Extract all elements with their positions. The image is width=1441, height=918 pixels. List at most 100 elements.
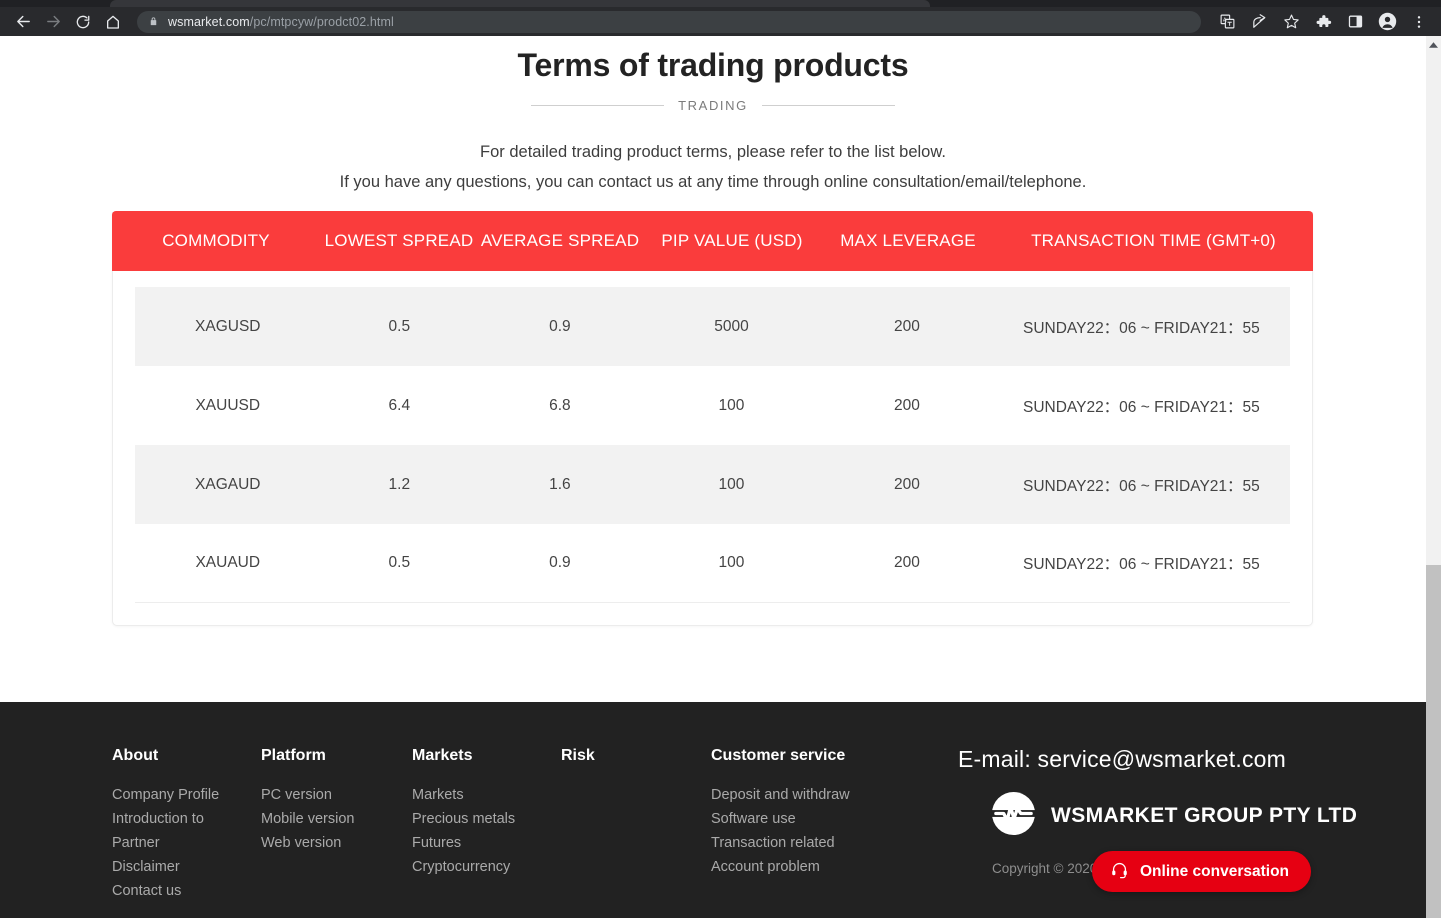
cell-max-leverage: 200 (894, 396, 920, 414)
scrollbar-thumb[interactable] (1426, 565, 1441, 918)
products-table-card: COMMODITY LOWEST SPREAD AVERAGE SPREAD P… (112, 211, 1313, 626)
cell-pip-value: 100 (718, 475, 745, 493)
footer-heading-risk: Risk (561, 747, 595, 764)
footer-link[interactable]: Futures (412, 831, 515, 855)
table-body: XAGUSD 0.5 0.9 5000 200 SUNDAY22：06 ~ FR… (113, 271, 1312, 625)
footer-links-platform: PC version Mobile version Web version (261, 783, 355, 855)
toolbar-actions: A (1211, 7, 1441, 36)
intro-line-1: For detailed trading product terms, plea… (480, 143, 946, 161)
page-scrollbar[interactable] (1426, 36, 1441, 918)
footer-link[interactable]: Deposit and withdraw (711, 783, 850, 807)
footer-link[interactable]: Partner (112, 831, 219, 855)
forward-arrow-icon[interactable] (38, 7, 68, 36)
cell-average-spread: 0.9 (549, 317, 571, 335)
footer-link[interactable]: Contact us (112, 879, 219, 903)
table-row: XAGAUD 1.2 1.6 100 200 SUNDAY22：06 ~ FRI… (135, 445, 1290, 524)
bookmark-star-icon[interactable] (1275, 7, 1307, 36)
divider-right (761, 105, 895, 106)
page-subtitle: TRADING (678, 98, 748, 113)
footer-link[interactable]: Cryptocurrency (412, 855, 515, 879)
cell-lowest-spread: 6.4 (388, 396, 411, 414)
footer-link[interactable]: Precious metals (412, 807, 515, 831)
online-conversation-label: Online conversation (1140, 862, 1290, 880)
footer-column-markets: Markets Markets Precious metals Futures … (412, 747, 515, 879)
back-arrow-icon[interactable] (8, 7, 38, 36)
footer-links-about: Company Profile Introduction to Partner … (112, 783, 219, 903)
scroll-up-arrow-icon[interactable] (1426, 38, 1441, 51)
footer-heading-about: About (112, 747, 159, 764)
cell-pip-value: 5000 (714, 317, 749, 335)
cell-max-leverage: 200 (894, 317, 920, 335)
footer-heading-customer-service: Customer service (711, 747, 846, 764)
cell-average-spread: 0.9 (549, 554, 571, 571)
subtitle-row: TRADING (0, 98, 1426, 113)
tab-strip[interactable] (0, 0, 1441, 7)
footer-column-risk: Risk (561, 747, 595, 783)
extensions-puzzle-icon[interactable] (1307, 7, 1339, 36)
table-row: XAUUSD 6.4 6.8 100 200 SUNDAY22：06 ~ FRI… (135, 366, 1290, 445)
omnibox-address-bar[interactable]: wsmarket.com/pc/mtpcyw/prodct02.html (137, 10, 1201, 33)
intro-text: For detailed trading product terms, plea… (0, 137, 1426, 197)
lock-icon (148, 16, 159, 27)
footer-link[interactable]: Transaction related (711, 831, 850, 855)
footer-link[interactable]: Web version (261, 831, 355, 855)
cell-transaction-time: SUNDAY22：06 ~ FRIDAY21：55 (1023, 556, 1260, 573)
table-row: XAUAUD 0.5 0.9 100 200 SUNDAY22：06 ~ FRI… (135, 524, 1290, 603)
cell-commodity: XAUAUD (195, 554, 261, 571)
footer-column-platform: Platform PC version Mobile version Web v… (261, 747, 355, 855)
cell-lowest-spread: 0.5 (388, 554, 411, 571)
column-header-lowest-spread: LOWEST SPREAD (324, 231, 474, 250)
cell-lowest-spread: 1.2 (388, 475, 411, 493)
browser-chrome: wsmarket.com/pc/mtpcyw/prodct02.html A (0, 0, 1441, 36)
cell-average-spread: 6.8 (549, 396, 571, 414)
footer-column-customer-service: Customer service Deposit and withdraw So… (711, 747, 850, 879)
browser-tab-active[interactable] (110, 0, 930, 7)
table-header-row: COMMODITY LOWEST SPREAD AVERAGE SPREAD P… (112, 211, 1313, 271)
divider-left (531, 105, 665, 106)
omnibox-url: wsmarket.com/pc/mtpcyw/prodct02.html (168, 15, 394, 29)
footer-link[interactable]: Account problem (711, 855, 850, 879)
home-icon[interactable] (98, 7, 128, 36)
table-row: XAGUSD 0.5 0.9 5000 200 SUNDAY22：06 ~ FR… (135, 287, 1290, 366)
online-conversation-button[interactable]: Online conversation (1092, 851, 1312, 892)
column-header-pip-value: PIP VALUE (USD) (661, 231, 803, 250)
footer-links-customer-service: Deposit and withdraw Software use Transa… (711, 783, 850, 879)
cell-commodity: XAUUSD (195, 396, 261, 414)
cell-commodity: XAGAUD (195, 475, 261, 493)
column-header-transaction-time: TRANSACTION TIME (GMT+0) (1031, 231, 1276, 250)
profile-avatar-icon[interactable] (1371, 7, 1403, 36)
cell-transaction-time: SUNDAY22：06 ~ FRIDAY21：55 (1023, 398, 1260, 416)
share-icon[interactable] (1243, 7, 1275, 36)
brand-name: WSMARKET GROUP PTY LTD (1051, 804, 1358, 827)
footer-link[interactable]: Disclaimer (112, 855, 219, 879)
omnibox-path: /pc/mtpcyw/prodct02.html (249, 14, 394, 29)
cell-transaction-time: SUNDAY22：06 ~ FRIDAY21：55 (1023, 477, 1260, 495)
cell-lowest-spread: 0.5 (388, 317, 411, 335)
svg-text:A: A (1222, 18, 1226, 24)
three-dot-menu-icon[interactable] (1403, 7, 1435, 36)
column-header-average-spread: AVERAGE SPREAD (480, 231, 640, 250)
footer-link[interactable]: Markets (412, 783, 515, 807)
cell-average-spread: 1.6 (549, 475, 571, 493)
contact-email: E-mail: service@wsmarket.com (958, 746, 1286, 772)
cell-max-leverage: 200 (894, 475, 920, 493)
footer-link[interactable]: Company Profile (112, 783, 219, 807)
footer-heading-markets: Markets (412, 747, 473, 764)
headset-icon (1110, 860, 1129, 884)
footer-heading-platform: Platform (261, 747, 326, 764)
cell-max-leverage: 200 (894, 554, 920, 571)
footer-link[interactable]: Software use (711, 807, 850, 831)
brand-row: WSMARKET GROUP PTY LTD (990, 790, 1358, 842)
footer-links-markets: Markets Precious metals Futures Cryptocu… (412, 783, 515, 879)
cell-pip-value: 100 (718, 554, 745, 571)
footer-link[interactable]: Mobile version (261, 807, 355, 831)
footer-link[interactable]: PC version (261, 783, 355, 807)
page-title: Terms of trading products (517, 47, 909, 83)
footer-link[interactable]: Introduction to (112, 807, 219, 831)
reload-icon[interactable] (68, 7, 98, 36)
side-panel-icon[interactable] (1339, 7, 1371, 36)
intro-line-2: If you have any questions, you can conta… (339, 173, 1087, 191)
cell-transaction-time: SUNDAY22：06 ~ FRIDAY21：55 (1023, 319, 1260, 337)
translate-icon[interactable]: A (1211, 7, 1243, 36)
cell-pip-value: 100 (718, 396, 745, 414)
